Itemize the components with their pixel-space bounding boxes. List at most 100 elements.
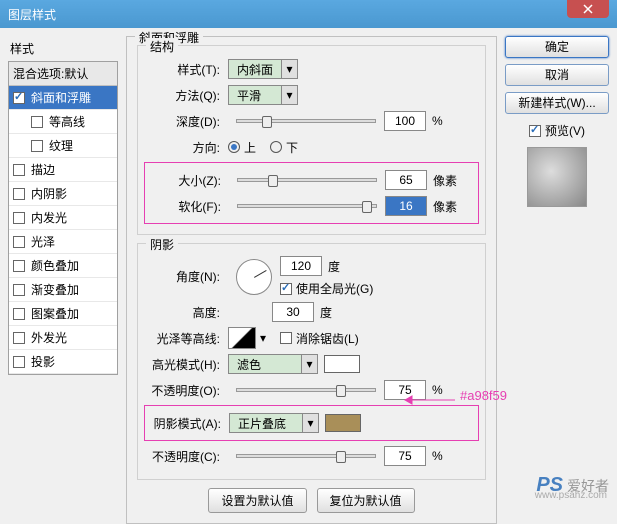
direction-down-radio[interactable] (270, 141, 282, 153)
angle-label: 角度(N): (148, 268, 220, 285)
shadow-mode-label: 阴影模式(A): (149, 415, 221, 432)
chevron-down-icon: ▾ (301, 355, 317, 373)
style-item-outerglow[interactable]: 外发光 (9, 326, 117, 350)
soften-slider[interactable] (237, 204, 377, 208)
style-item-satin[interactable]: 光泽 (9, 230, 117, 254)
angle-input[interactable] (280, 256, 322, 276)
make-default-button[interactable]: 设置为默认值 (208, 488, 306, 513)
antialias-label: 消除锯齿(L) (296, 330, 359, 347)
chevron-down-icon[interactable]: ▾ (260, 331, 266, 345)
style-item-dropshadow[interactable]: 投影 (9, 350, 117, 374)
highlight-mode-label: 高光模式(H): (148, 356, 220, 373)
technique-label: 方法(Q): (148, 87, 220, 104)
cancel-button[interactable]: 取消 (505, 64, 609, 86)
close-button[interactable] (567, 0, 609, 18)
depth-slider[interactable] (236, 119, 376, 123)
blend-options-row[interactable]: 混合选项:默认 (9, 62, 117, 86)
default-buttons-row: 设置为默认值 复位为默认值 (137, 488, 486, 513)
window-title: 图层样式 (8, 6, 609, 23)
altitude-unit: 度 (320, 304, 344, 321)
depth-label: 深度(D): (148, 113, 220, 130)
shadow-opacity-slider[interactable] (236, 454, 376, 458)
structure-fieldset: 结构 样式(T): 内斜面▾ 方法(Q): 平滑▾ 深度(D): % 方向: (137, 45, 486, 235)
shading-fieldset: 阴影 角度(N): 度 使用全局光(G) (137, 243, 486, 480)
color-annotation: #a98f59 (460, 388, 507, 403)
structure-title: 结构 (146, 38, 178, 55)
style-label: 样式(T): (148, 61, 220, 78)
shading-title: 阴影 (146, 236, 178, 253)
shadow-opacity-label: 不透明度(C): (148, 448, 220, 465)
technique-dropdown[interactable]: 平滑▾ (228, 85, 298, 105)
chevron-down-icon: ▾ (302, 414, 318, 432)
highlight-annotation-box: 大小(Z): 像素 软化(F): 像素 (144, 162, 479, 224)
highlight-opacity-slider[interactable] (236, 388, 376, 392)
global-light-label: 使用全局光(G) (296, 280, 373, 297)
highlight-color-swatch[interactable] (324, 355, 360, 373)
direction-up-radio[interactable] (228, 141, 240, 153)
dialog-body: 样式 混合选项:默认 斜面和浮雕 等高线 纹理 描边 内阴影 内发光 光泽 颜色… (0, 28, 617, 468)
soften-label: 软化(F): (149, 198, 221, 215)
shadow-mode-dropdown[interactable]: 正片叠底▾ (229, 413, 319, 433)
chevron-down-icon: ▾ (281, 60, 297, 78)
style-dropdown[interactable]: 内斜面▾ (228, 59, 298, 79)
highlight-mode-dropdown[interactable]: 滤色▾ (228, 354, 318, 374)
preview-label: 预览(V) (545, 122, 585, 139)
styles-column: 样式 混合选项:默认 斜面和浮雕 等高线 纹理 描边 内阴影 内发光 光泽 颜色… (8, 36, 118, 460)
style-item-stroke[interactable]: 描边 (9, 158, 117, 182)
checkbox-icon[interactable] (13, 332, 25, 344)
soften-unit: 像素 (433, 198, 457, 215)
size-input[interactable] (385, 170, 427, 190)
checkbox-icon[interactable] (13, 212, 25, 224)
checkbox-icon[interactable] (13, 188, 25, 200)
new-style-button[interactable]: 新建样式(W)... (505, 92, 609, 114)
ok-button[interactable]: 确定 (505, 36, 609, 58)
antialias-checkbox[interactable] (280, 332, 292, 344)
checkbox-icon[interactable] (13, 260, 25, 272)
checkbox-icon[interactable] (31, 116, 43, 128)
title-bar: 图层样式 (0, 0, 617, 28)
preview-checkbox[interactable] (529, 125, 541, 137)
watermark-url: www.psahz.com (535, 490, 607, 501)
checkbox-icon[interactable] (13, 236, 25, 248)
depth-unit: % (432, 114, 456, 128)
close-icon (583, 4, 593, 14)
style-item-innerglow[interactable]: 内发光 (9, 206, 117, 230)
style-item-bevel[interactable]: 斜面和浮雕 (9, 86, 117, 110)
checkbox-icon[interactable] (13, 284, 25, 296)
style-item-contour[interactable]: 等高线 (9, 110, 117, 134)
reset-default-button[interactable]: 复位为默认值 (317, 488, 415, 513)
highlight-opacity-label: 不透明度(O): (148, 382, 220, 399)
chevron-down-icon: ▾ (281, 86, 297, 104)
annotation-arrow-icon (400, 390, 460, 410)
style-item-patternoverlay[interactable]: 图案叠加 (9, 302, 117, 326)
style-item-gradientoverlay[interactable]: 渐变叠加 (9, 278, 117, 302)
size-unit: 像素 (433, 172, 457, 189)
checkbox-icon[interactable] (13, 92, 25, 104)
shadow-opacity-input[interactable] (384, 446, 426, 466)
direction-label: 方向: (148, 139, 220, 156)
altitude-input[interactable] (272, 302, 314, 322)
shadow-color-swatch[interactable] (325, 414, 361, 432)
angle-unit: 度 (328, 258, 352, 275)
checkbox-icon[interactable] (13, 308, 25, 320)
gloss-contour-picker[interactable] (228, 327, 256, 349)
size-label: 大小(Z): (149, 172, 221, 189)
bevel-fieldset: 斜面和浮雕 结构 样式(T): 内斜面▾ 方法(Q): 平滑▾ 深度(D): % (126, 36, 497, 524)
global-light-checkbox[interactable] (280, 283, 292, 295)
pct-unit: % (432, 449, 456, 463)
styles-label: 样式 (8, 36, 118, 61)
depth-input[interactable] (384, 111, 426, 131)
preview-swatch (527, 147, 587, 207)
style-item-innershadow[interactable]: 内阴影 (9, 182, 117, 206)
style-item-coloroverlay[interactable]: 颜色叠加 (9, 254, 117, 278)
checkbox-icon[interactable] (13, 164, 25, 176)
style-item-texture[interactable]: 纹理 (9, 134, 117, 158)
altitude-label: 高度: (148, 304, 220, 321)
styles-list: 混合选项:默认 斜面和浮雕 等高线 纹理 描边 内阴影 内发光 光泽 颜色叠加 … (8, 61, 118, 375)
checkbox-icon[interactable] (13, 356, 25, 368)
gloss-label: 光泽等高线: (148, 330, 220, 347)
checkbox-icon[interactable] (31, 140, 43, 152)
soften-input[interactable] (385, 196, 427, 216)
size-slider[interactable] (237, 178, 377, 182)
angle-picker[interactable] (236, 259, 272, 295)
